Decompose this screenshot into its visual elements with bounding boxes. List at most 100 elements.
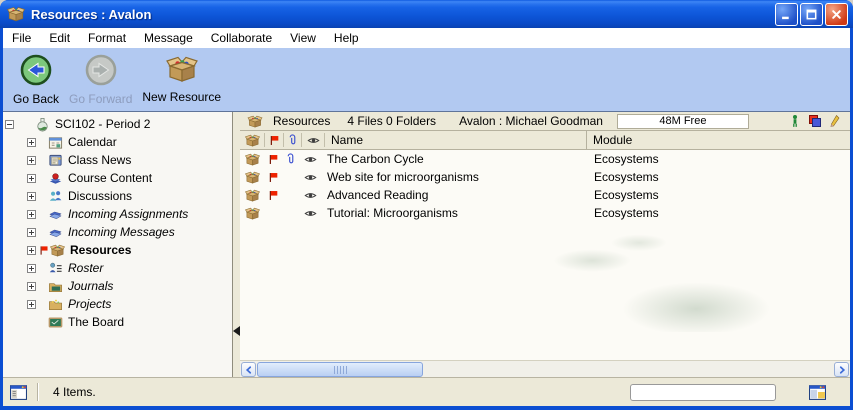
tree-item-projects[interactable]: Projects (3, 295, 232, 313)
tree-item-incoming-assignments[interactable]: Incoming Assignments (3, 205, 232, 223)
chevron-right-icon (838, 366, 846, 374)
menu-edit[interactable]: Edit (40, 29, 79, 47)
eye-icon (306, 134, 321, 147)
horizontal-scrollbar[interactable] (240, 360, 850, 378)
roster-icon (48, 261, 63, 276)
tree-item-root[interactable]: SCI102 - Period 2 (3, 115, 232, 133)
status-bar: 4 Items. (3, 377, 850, 406)
inbox-icon (48, 225, 63, 240)
tree-item-discussions[interactable]: Discussions (3, 187, 232, 205)
window-panes-icon[interactable] (809, 385, 826, 400)
close-button[interactable] (825, 3, 848, 26)
tree-item-journals[interactable]: Journals (3, 277, 232, 295)
app-window: Resources : Avalon File Edit Format Mess… (0, 0, 853, 410)
tree-item-incoming-messages[interactable]: Incoming Messages (3, 223, 232, 241)
expand-box-icon[interactable] (27, 210, 36, 219)
package-icon (245, 152, 260, 167)
collapse-panel-icon[interactable] (233, 326, 240, 336)
column-viewed[interactable] (302, 133, 325, 147)
file-module: Ecosystems (588, 188, 659, 202)
window-title: Resources : Avalon (31, 7, 151, 22)
title-bar: Resources : Avalon (0, 0, 853, 28)
expand-box-icon[interactable] (27, 174, 36, 183)
collapse-box-icon[interactable] (5, 120, 14, 129)
tree-item-class-news[interactable]: Class News (3, 151, 232, 169)
tree-item-roster[interactable]: Roster (3, 259, 232, 277)
package-icon (245, 170, 260, 185)
sidebar-tree: SCI102 - Period 2 Calendar Class News Co… (3, 112, 232, 378)
new-resource-button[interactable]: New Resource (142, 53, 221, 104)
statusbar-divider (37, 383, 39, 401)
expand-box-icon[interactable] (27, 264, 36, 273)
go-forward-button[interactable]: Go Forward (69, 53, 132, 106)
pencil-icon[interactable] (829, 114, 841, 128)
go-back-button[interactable]: Go Back (13, 53, 59, 106)
scroll-right-button[interactable] (834, 362, 849, 377)
item-count-label: 4 Items. (53, 385, 96, 399)
file-name: Advanced Reading (321, 188, 588, 202)
menu-message[interactable]: Message (135, 29, 202, 47)
resources-panel: Resources 4 Files 0 Folders Avalon : Mic… (240, 112, 850, 378)
eye-icon (303, 153, 318, 166)
expand-box-icon[interactable] (27, 138, 36, 147)
go-forward-label: Go Forward (69, 92, 132, 106)
journals-icon (48, 279, 63, 294)
paperclip-icon (286, 134, 299, 147)
menu-bar: File Edit Format Message Collaborate Vie… (3, 28, 850, 49)
toolbar: Go Back Go Forward New Resource (3, 48, 850, 112)
expand-box-icon[interactable] (27, 192, 36, 201)
course-content-icon (48, 171, 63, 186)
menu-format[interactable]: Format (79, 29, 135, 47)
file-name: Web site for microorganisms (321, 170, 588, 184)
background-watermark (535, 227, 795, 332)
minimize-button[interactable] (775, 3, 798, 26)
expand-box-icon[interactable] (27, 246, 36, 255)
tree-item-resources[interactable]: Resources (3, 241, 232, 259)
news-icon (48, 153, 63, 168)
column-flag[interactable] (265, 133, 284, 147)
expand-box-icon[interactable] (27, 300, 36, 309)
expand-box-icon[interactable] (27, 156, 36, 165)
table-row[interactable]: Web site for microorganisms Ecosystems (240, 168, 850, 186)
menu-view[interactable]: View (281, 29, 325, 47)
maximize-button[interactable] (800, 3, 823, 26)
table-row[interactable]: Tutorial: Microorganisms Ecosystems (240, 204, 850, 222)
scrollbar-thumb[interactable] (257, 362, 423, 377)
column-item-icon[interactable] (240, 133, 265, 147)
panel-header: Resources 4 Files 0 Folders Avalon : Mic… (240, 112, 850, 131)
tree-item-the-board[interactable]: The Board (3, 313, 232, 331)
table-row[interactable]: Advanced Reading Ecosystems (240, 186, 850, 204)
menu-help[interactable]: Help (325, 29, 368, 47)
person-icon[interactable] (789, 114, 801, 128)
scroll-left-button[interactable] (241, 362, 256, 377)
table-row[interactable]: The Carbon Cycle Ecosystems (240, 150, 850, 168)
tree-item-calendar[interactable]: Calendar (3, 133, 232, 151)
new-resource-label: New Resource (142, 90, 221, 104)
tree-item-course-content[interactable]: Course Content (3, 169, 232, 187)
file-module: Ecosystems (588, 152, 659, 166)
go-back-label: Go Back (13, 92, 59, 106)
inbox-icon (48, 207, 63, 222)
package-icon (245, 133, 260, 148)
layers-icon[interactable] (808, 114, 822, 128)
column-name[interactable]: Name (325, 131, 587, 149)
projects-icon (48, 297, 63, 312)
file-module: Ecosystems (588, 206, 659, 220)
file-name: The Carbon Cycle (321, 152, 588, 166)
paperclip-icon (284, 153, 297, 166)
window-list-icon[interactable] (10, 385, 27, 400)
status-field[interactable] (630, 384, 776, 401)
package-icon (245, 206, 260, 221)
panel-title: Resources (273, 114, 330, 128)
menu-file[interactable]: File (3, 29, 40, 47)
column-attachment[interactable] (284, 133, 302, 147)
expand-box-icon[interactable] (27, 228, 36, 237)
flask-icon (35, 117, 50, 132)
file-list: The Carbon Cycle Ecosystems Web site for… (240, 150, 850, 222)
new-resource-icon (166, 53, 198, 88)
eye-icon (303, 189, 318, 202)
column-module[interactable]: Module (587, 133, 632, 147)
menu-collaborate[interactable]: Collaborate (202, 29, 281, 47)
expand-box-icon[interactable] (27, 282, 36, 291)
board-icon (48, 315, 63, 330)
